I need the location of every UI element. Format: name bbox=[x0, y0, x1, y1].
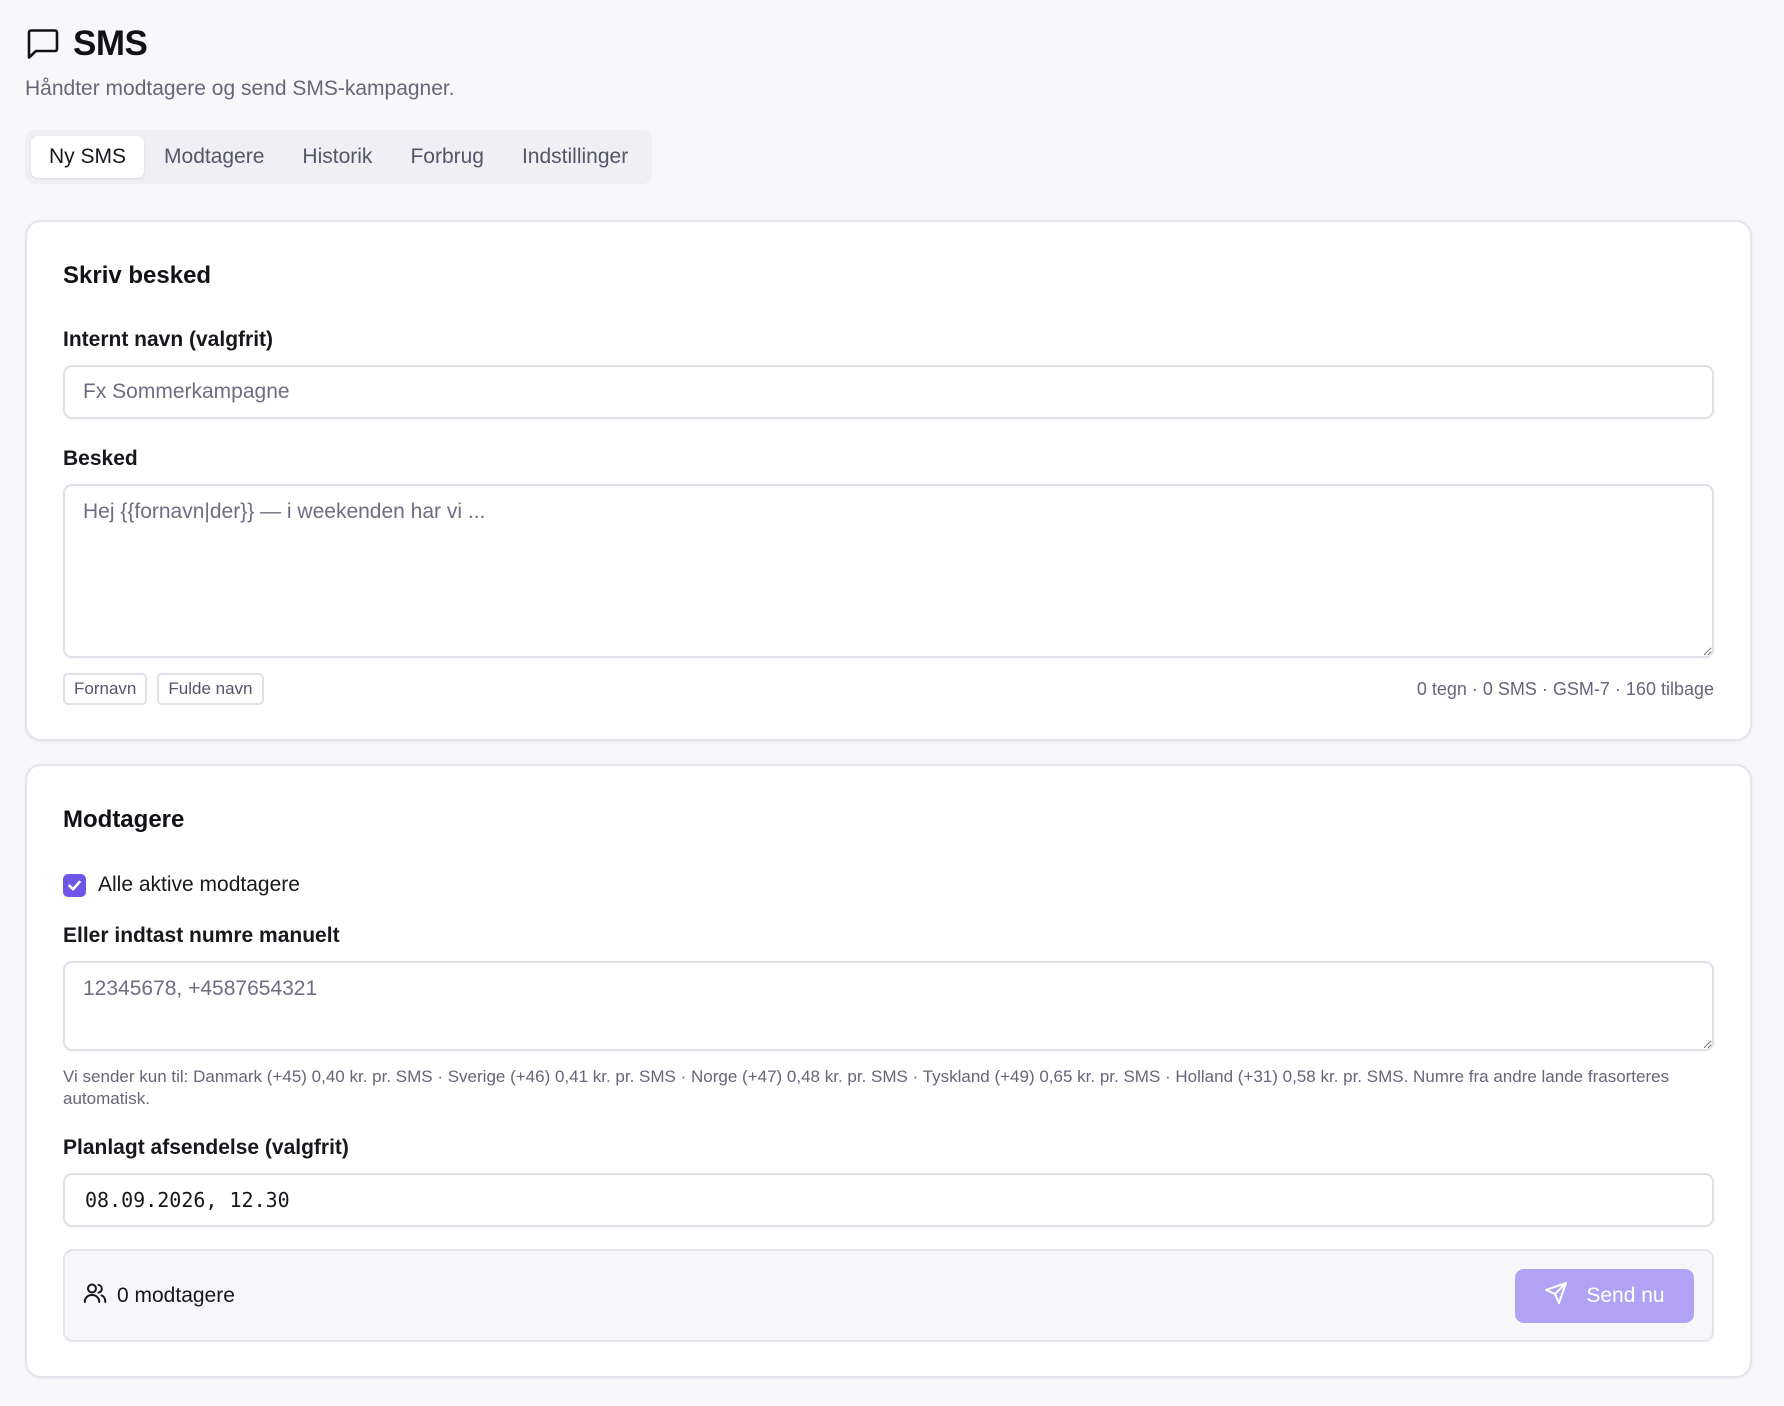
schedule-label: Planlagt afsendelse (valgfrit) bbox=[63, 1136, 349, 1159]
send-now-label: Send nu bbox=[1586, 1283, 1665, 1307]
tab-ny-sms[interactable]: Ny SMS bbox=[31, 136, 145, 178]
recipients-card-title: Modtagere bbox=[63, 806, 185, 833]
message-meta: Fornavn Fulde navn 0 tegn · 0 SMS · GSM-… bbox=[63, 673, 1714, 705]
page-header: SMS bbox=[25, 24, 1759, 64]
tab-modtagere[interactable]: Modtagere bbox=[146, 136, 282, 178]
compose-card-title: Skriv besked bbox=[63, 262, 212, 289]
message-field: Besked bbox=[63, 447, 1714, 663]
internal-name-label: Internt navn (valgfrit) bbox=[63, 328, 274, 351]
recipients-card: Modtagere Alle aktive modtagere Eller in… bbox=[25, 764, 1752, 1378]
send-summary-bar: 0 modtagere Send nu bbox=[63, 1249, 1714, 1342]
users-icon bbox=[83, 1282, 107, 1309]
tab-forbrug[interactable]: Forbrug bbox=[392, 136, 502, 178]
character-counter: 0 tegn · 0 SMS · GSM-7 · 160 tilbage bbox=[1416, 678, 1714, 699]
all-active-recipients-option: Alle aktive modtagere bbox=[63, 873, 1714, 897]
insert-full-name-chip[interactable]: Fulde navn bbox=[157, 673, 264, 705]
tab-indstillinger[interactable]: Indstillinger bbox=[504, 136, 646, 178]
all-active-label[interactable]: Alle aktive modtagere bbox=[98, 873, 300, 897]
message-label: Besked bbox=[63, 447, 138, 470]
manual-numbers-textarea[interactable] bbox=[63, 961, 1714, 1051]
recipient-count-text: 0 modtagere bbox=[117, 1283, 235, 1307]
internal-name-field: Internt navn (valgfrit) bbox=[63, 328, 1714, 419]
page-subtitle: Håndter modtagere og send SMS-kampagner. bbox=[25, 77, 455, 100]
manual-numbers-field: Eller indtast numre manuelt bbox=[63, 924, 1714, 1056]
message-textarea[interactable] bbox=[63, 484, 1714, 658]
sms-page: SMS Håndter modtagere og send SMS-kampag… bbox=[0, 0, 1784, 1378]
message-square-icon bbox=[25, 26, 61, 62]
send-now-button[interactable]: Send nu bbox=[1515, 1268, 1694, 1323]
check-icon bbox=[68, 880, 81, 890]
recipient-count: 0 modtagere bbox=[83, 1282, 235, 1309]
insert-first-name-chip[interactable]: Fornavn bbox=[63, 673, 148, 705]
send-icon bbox=[1544, 1281, 1568, 1311]
variable-chips: Fornavn Fulde navn bbox=[63, 673, 264, 705]
internal-name-input[interactable] bbox=[63, 365, 1714, 419]
tab-bar: Ny SMS Modtagere Historik Forbrug Indsti… bbox=[25, 130, 653, 184]
schedule-field: Planlagt afsendelse (valgfrit) 08.09.202… bbox=[63, 1136, 1714, 1227]
all-active-checkbox[interactable] bbox=[63, 873, 86, 897]
country-pricing-hint: Vi sender kun til: Danmark (+45) 0,40 kr… bbox=[63, 1067, 1670, 1108]
compose-card: Skriv besked Internt navn (valgfrit) Bes… bbox=[25, 220, 1752, 741]
manual-numbers-label: Eller indtast numre manuelt bbox=[63, 924, 340, 947]
page-title: SMS bbox=[73, 24, 148, 63]
tab-historik[interactable]: Historik bbox=[284, 136, 390, 178]
schedule-datetime-input[interactable]: 08.09.2026, 12.30 bbox=[63, 1173, 1714, 1227]
